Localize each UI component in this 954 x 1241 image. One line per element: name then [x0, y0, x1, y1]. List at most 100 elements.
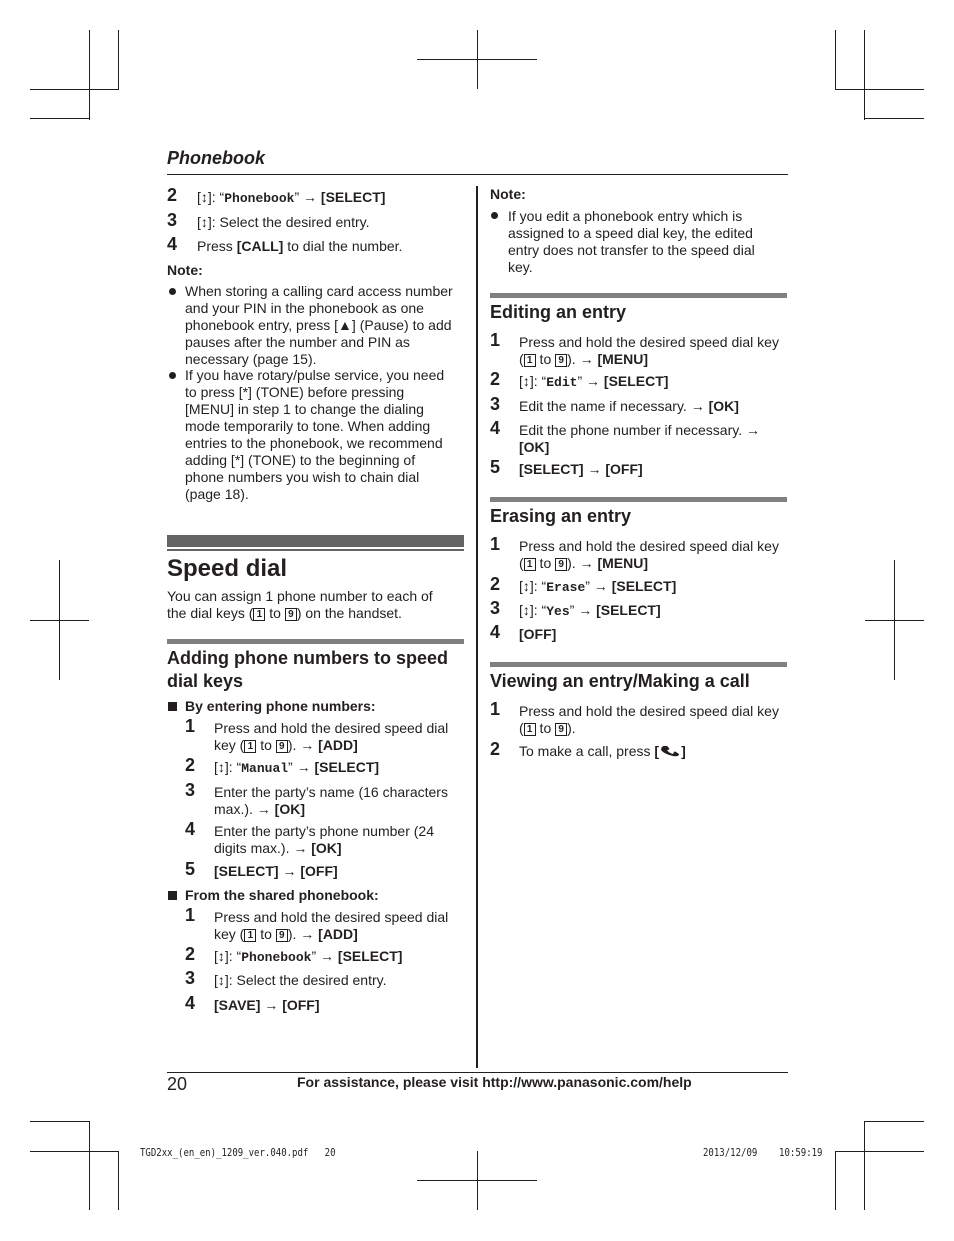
text: ” → — [585, 578, 612, 594]
note-line: When storing a calling card access numbe… — [185, 283, 453, 299]
key-9-icon: 9 — [555, 723, 568, 736]
step-number: 4 — [167, 234, 178, 254]
note-label: Note: — [167, 262, 203, 278]
bullet-icon — [491, 212, 498, 219]
section-bar — [490, 662, 787, 667]
soft-key-select: [SELECT] — [214, 863, 279, 879]
soft-key-call: [CALL] — [236, 238, 284, 254]
soft-key-off: [OFF] — [519, 626, 557, 642]
display-text: Erase — [546, 580, 586, 595]
subsection-title: Erasing an entry — [490, 506, 632, 526]
display-text: Edit — [546, 375, 578, 390]
step-number: 5 — [490, 457, 501, 477]
assistance-link[interactable]: For assistance, please visit http://www.… — [297, 1074, 692, 1090]
text: key ( — [214, 737, 245, 753]
method-heading: From the shared phonebook: — [185, 887, 379, 903]
intro-text: You can assign 1 phone number to each of… — [167, 588, 433, 622]
step-number: 2 — [185, 755, 196, 775]
section-bar — [490, 497, 787, 502]
soft-key-off: [OFF] — [282, 997, 320, 1013]
method-heading: By entering phone numbers: — [185, 698, 376, 714]
display-text: Phonebook — [241, 950, 312, 965]
note-line: to press [*] (TONE) before pressing — [185, 384, 405, 400]
chapter-bar — [167, 535, 464, 547]
text: [↕]: “ — [214, 759, 242, 775]
text: to — [256, 926, 276, 942]
note-item: If you edit a phonebook entry which is a… — [508, 208, 755, 276]
soft-key-menu: [MENU] — [597, 555, 649, 571]
footer-rule — [167, 1072, 788, 1073]
text: to — [535, 351, 556, 367]
text: → — [278, 863, 301, 879]
bullet-icon — [169, 288, 176, 295]
note-line: adding [*] (TONE) to the beginning of — [185, 452, 416, 468]
key-1-icon: 1 — [244, 740, 257, 753]
step-number: 4 — [490, 418, 501, 438]
text: to — [535, 720, 556, 736]
subsection-title: Viewing an entry/Making a call — [490, 671, 750, 691]
bullet-icon — [169, 372, 176, 379]
step-number: 1 — [490, 534, 501, 554]
soft-key-add: [ADD] — [318, 926, 358, 942]
note-item: If you have rotary/pulse service, you ne… — [185, 367, 444, 503]
slug-filename: TGD2xx_(en_en)_1209_ver.040.pdf — [140, 1146, 309, 1159]
print-slug-date: 2013/12/09 10:59:19 — [703, 1146, 822, 1159]
arrow-text: ” → — [294, 189, 321, 205]
title-line: Adding phone numbers to speed — [167, 648, 449, 668]
text: To make a call, press — [519, 743, 655, 759]
print-slug-file: TGD2xx_(en_en)_1209_ver.040.pdf 20 — [140, 1146, 336, 1159]
step-number: 2 — [490, 739, 501, 759]
step-text: [↕]: “ — [197, 189, 225, 205]
text: key ( — [214, 926, 245, 942]
note-line: and your PIN in the phonebook as one — [185, 300, 424, 316]
soft-key-save: [SAVE] — [214, 997, 261, 1013]
soft-key-select: [SELECT] — [314, 759, 380, 775]
note-line: phonebook entry, press [▲] (Pause) to ad… — [185, 317, 452, 333]
step-text: (1 to 9). → [MENU] — [519, 351, 649, 367]
step-text: Press and hold the desired speed dial — [214, 909, 449, 925]
step-number: 1 — [185, 905, 196, 925]
soft-key-add: [ADD] — [318, 737, 358, 753]
note-line: If you edit a phonebook entry which is — [508, 208, 743, 224]
section-title: Phonebook — [167, 148, 265, 168]
text: ). — [567, 720, 576, 736]
step-number: 1 — [490, 330, 501, 350]
step-number: 2 — [490, 574, 501, 594]
text: → — [260, 997, 283, 1013]
soft-key-select: [SELECT] — [337, 948, 403, 964]
text: ). → — [287, 926, 319, 942]
header-rule — [167, 174, 788, 175]
step-text: max.). → [OK] — [214, 801, 448, 818]
slug-date: 2013/12/09 — [703, 1146, 758, 1159]
title-line: dial keys — [167, 671, 244, 691]
key-1-icon: 1 — [244, 929, 257, 942]
step-text: Press and hold the desired speed dial ke… — [519, 538, 779, 554]
step-text: Press and hold the desired speed dial — [214, 720, 449, 736]
step-number: 2 — [490, 369, 501, 389]
step-text: Enter the party’s name (16 characters — [214, 784, 448, 800]
key-9-icon: 9 — [555, 354, 568, 367]
text: [↕]: “ — [519, 602, 547, 618]
step-number: 4 — [490, 622, 501, 642]
text: → — [583, 461, 606, 477]
text: ). → — [567, 555, 598, 571]
soft-key-off: [OFF] — [605, 461, 643, 477]
step-number: 1 — [185, 716, 196, 736]
step-text: Edit the phone number if necessary. → — [519, 422, 760, 438]
step-number: 3 — [490, 394, 501, 414]
chapter-title: Speed dial — [167, 555, 288, 582]
step-number: 5 — [185, 859, 196, 879]
step-text: Press and hold the desired speed dial ke… — [519, 334, 779, 350]
key-1-icon: 1 — [523, 354, 536, 367]
display-text: Phonebook — [224, 191, 295, 206]
step-text: Press and hold the desired speed dial ke… — [519, 703, 779, 719]
column-divider — [476, 186, 478, 1068]
step-text: key (1 to 9). → [ADD] — [214, 926, 448, 943]
note-line: [MENU] in step 1 to change the dialing — [185, 401, 424, 417]
text: ” → — [577, 373, 604, 389]
text: [↕]: “ — [519, 578, 547, 594]
soft-key-ok: [OK] — [708, 398, 739, 414]
step-number: 2 — [167, 185, 178, 205]
square-bullet-icon — [168, 702, 177, 711]
soft-key-off: [OFF] — [300, 863, 338, 879]
